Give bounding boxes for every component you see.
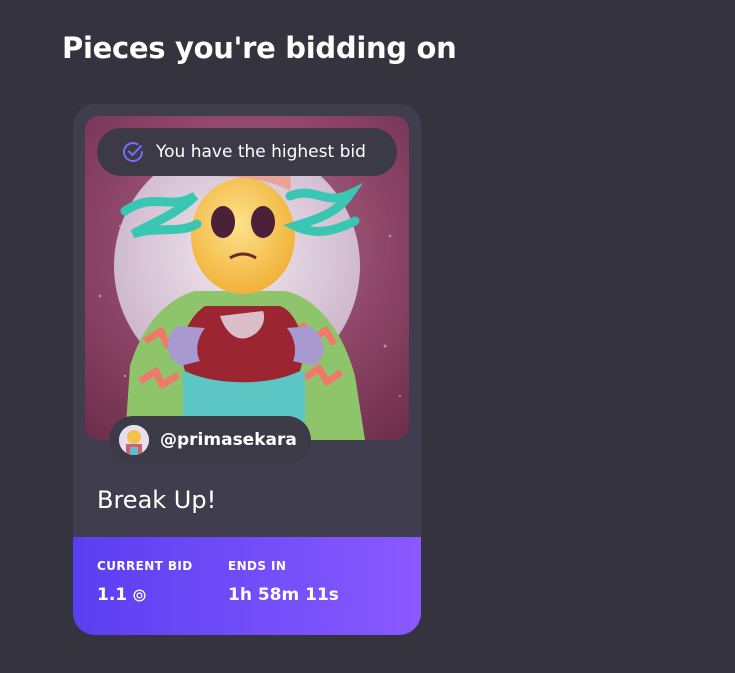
ends-in-value: 1h 58m 11s — [228, 585, 339, 605]
creator-handle[interactable]: @primasekara — [160, 430, 297, 450]
bid-info-panel: CURRENT BID 1.1 ENDS IN 1h 58m 11s — [73, 537, 421, 635]
check-circle-icon — [123, 142, 143, 162]
creator-avatar[interactable] — [119, 425, 149, 455]
auction-card[interactable]: You have the highest bid @primasekara Br… — [73, 104, 421, 635]
section-title: Pieces you're bidding on — [62, 31, 457, 65]
target-circle-icon — [133, 588, 146, 602]
creator-badge[interactable]: @primasekara — [109, 416, 311, 464]
current-bid-value: 1.1 — [97, 585, 128, 605]
piece-title[interactable]: Break Up! — [97, 482, 216, 518]
highest-bid-badge: You have the highest bid — [97, 128, 397, 176]
ends-in-label: ENDS IN — [228, 559, 287, 573]
bidding-page: Pieces you're bidding on You have the hi… — [0, 0, 735, 673]
highest-bid-text: You have the highest bid — [156, 142, 366, 162]
ends-in-stat: ENDS IN 1h 58m 11s — [228, 559, 339, 605]
current-bid-value-row: 1.1 — [97, 585, 193, 605]
current-bid-label: CURRENT BID — [97, 559, 193, 573]
current-bid-stat: CURRENT BID 1.1 — [97, 559, 193, 605]
